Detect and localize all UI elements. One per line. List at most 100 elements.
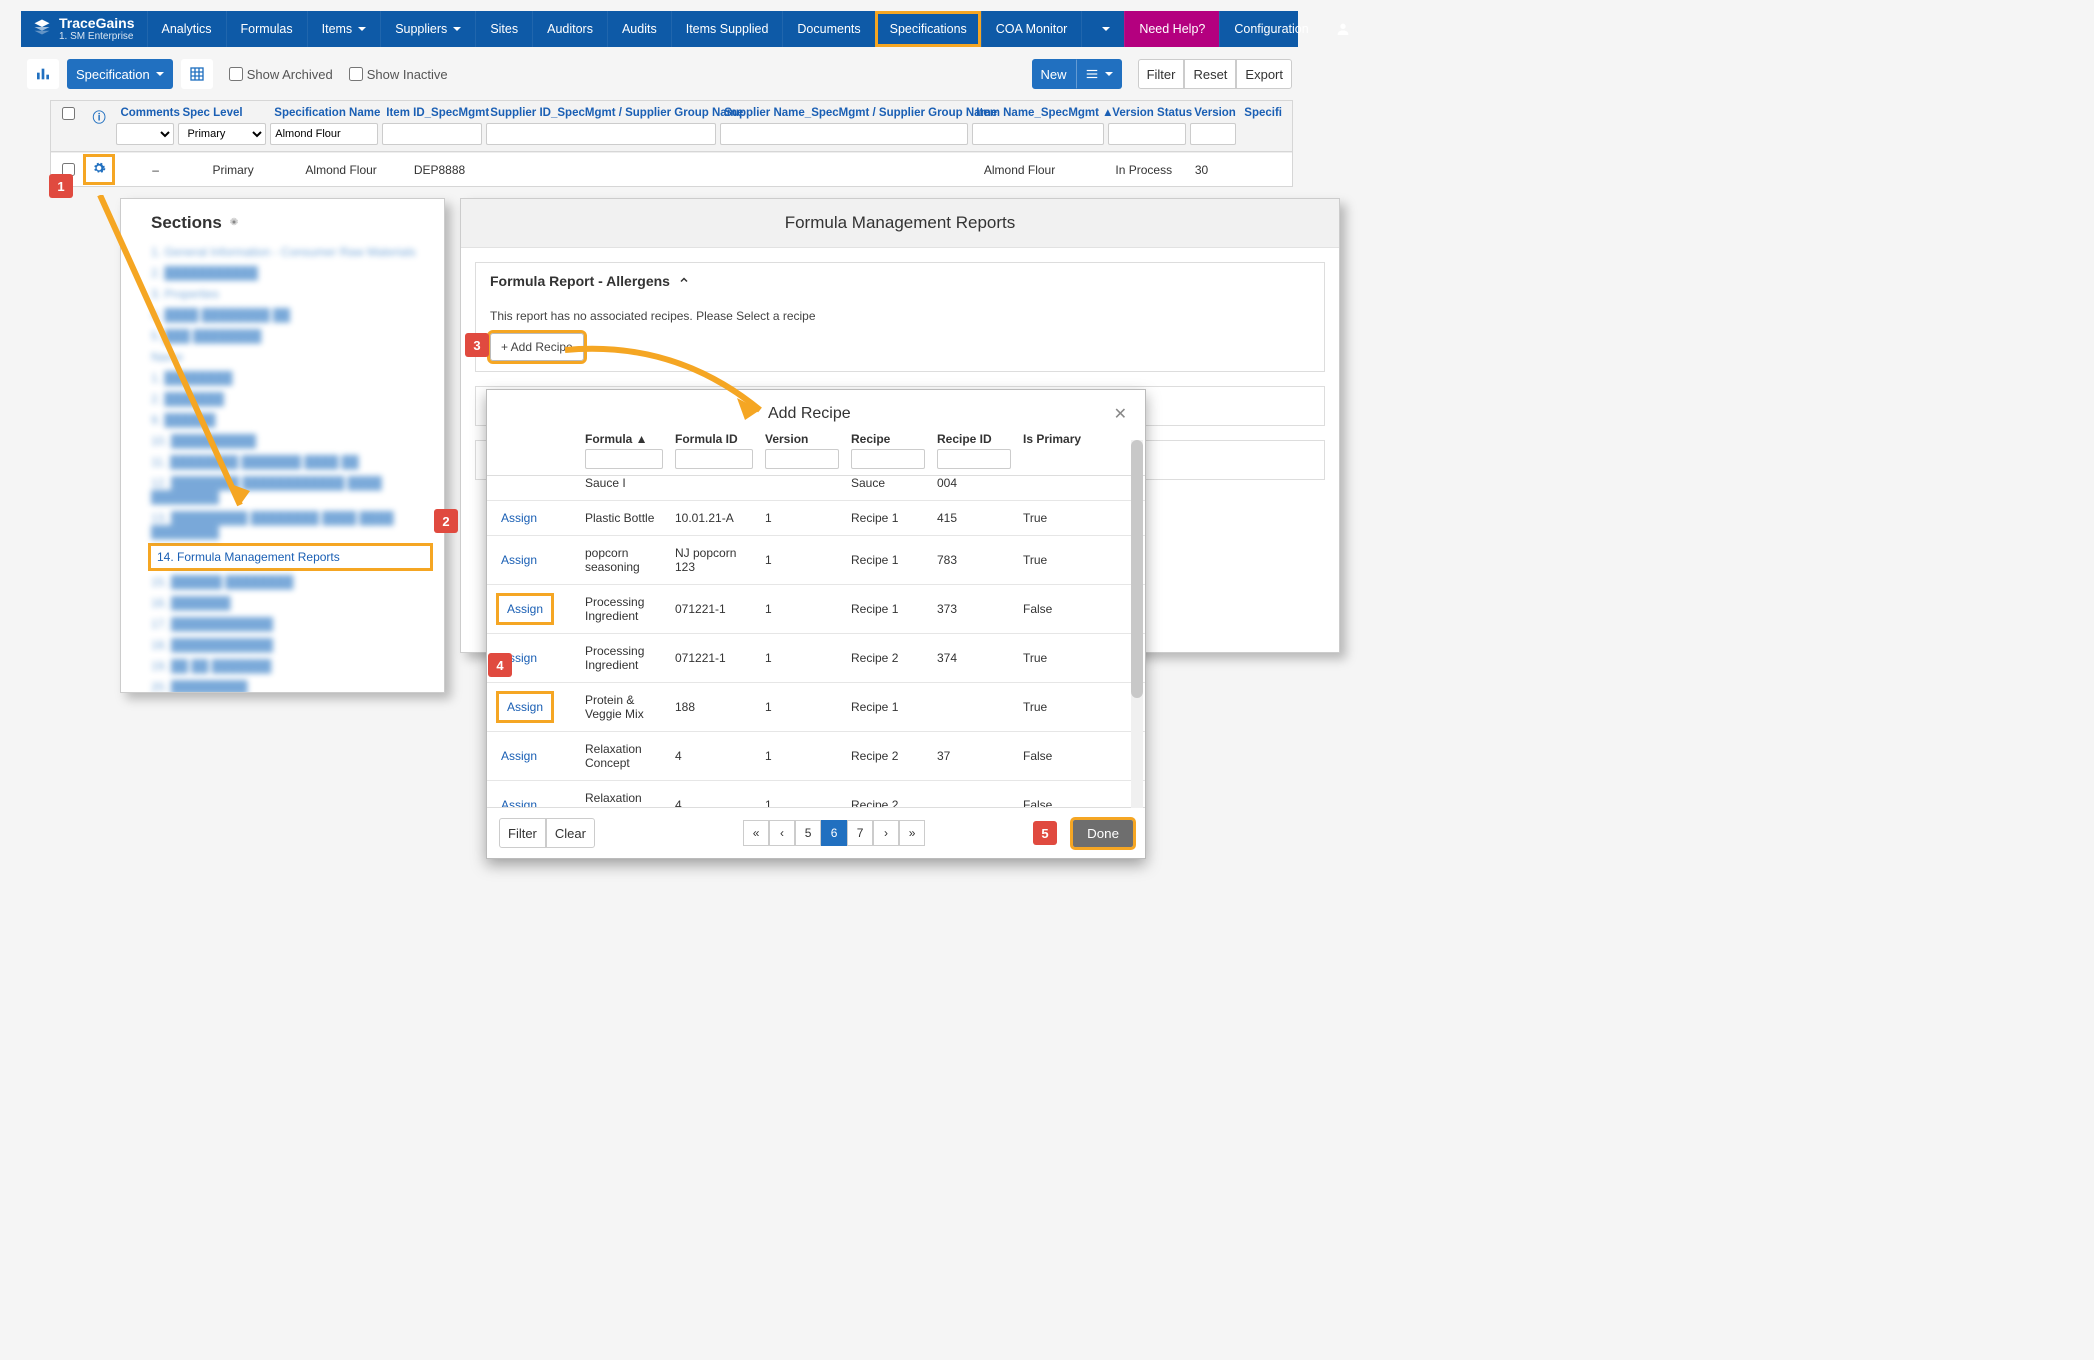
nav-item-need-help-[interactable]: Need Help? — [1124, 11, 1219, 47]
column-label[interactable]: Version Status — [1108, 107, 1186, 119]
column-label[interactable]: Specification Name — [270, 107, 378, 119]
column-label[interactable]: Item ID_SpecMgmt — [382, 107, 482, 119]
column-label[interactable]: Comments — [116, 107, 174, 119]
new-button[interactable]: New — [1032, 59, 1076, 89]
column-filter-input[interactable] — [972, 123, 1104, 145]
modal-column-label[interactable]: Recipe ID — [937, 432, 1011, 446]
section-item-blurred[interactable]: 12. ████████ ████████████ ████ ████████ — [151, 476, 430, 504]
modal-column-label[interactable]: Version — [765, 432, 839, 446]
section-item-blurred[interactable]: 1. ████████ — [151, 371, 430, 385]
grid-row[interactable]: –PrimaryAlmond FlourDEP8888Almond FlourI… — [51, 152, 1292, 186]
user-icon[interactable] — [1323, 11, 1363, 47]
done-button[interactable]: Done — [1073, 820, 1133, 847]
new-options-dropdown[interactable] — [1076, 59, 1122, 89]
assign-link[interactable]: Assign — [501, 553, 537, 567]
column-filter-input[interactable] — [1108, 123, 1186, 145]
page-«[interactable]: « — [743, 820, 769, 846]
show-inactive-checkbox[interactable]: Show Inactive — [349, 67, 448, 82]
section-item-blurred[interactable]: 11. ████████ ███████ ████ ██ — [151, 455, 430, 469]
scrollbar[interactable] — [1131, 440, 1143, 808]
column-label[interactable]: Version — [1190, 107, 1236, 119]
close-icon[interactable]: ✕ — [1114, 404, 1127, 424]
chart-icon-button[interactable] — [27, 59, 59, 89]
page-5[interactable]: 5 — [795, 820, 821, 846]
column-label[interactable]: Item Name_SpecMgmt ▲ — [972, 107, 1104, 119]
info-icon[interactable]: ⓘ — [86, 107, 113, 126]
assign-link[interactable]: Assign — [501, 749, 537, 763]
specification-dropdown[interactable]: Specification — [67, 59, 173, 89]
column-label[interactable]: Supplier ID_SpecMgmt / Supplier Group Na… — [486, 107, 716, 119]
nav-item-items-supplied[interactable]: Items Supplied — [671, 11, 783, 47]
modal-column-filter[interactable] — [675, 449, 753, 469]
column-filter-input[interactable] — [486, 123, 716, 145]
assign-link[interactable]: Assign — [501, 696, 549, 718]
gear-icon[interactable] — [228, 213, 240, 233]
column-filter-input[interactable]: Primary — [178, 123, 266, 145]
add-recipe-button[interactable]: + Add Recipe — [490, 333, 584, 361]
modal-column-label[interactable]: Is Primary — [1023, 432, 1091, 446]
section-item-blurred[interactable]: 20. █████████ — [151, 680, 430, 693]
nav-item-analytics[interactable]: Analytics — [147, 11, 226, 47]
modal-filter-button[interactable]: Filter — [499, 818, 546, 848]
nav-item-sites[interactable]: Sites — [475, 11, 532, 47]
reset-button[interactable]: Reset — [1184, 59, 1236, 89]
section-item-blurred[interactable]: 2. ███████████ — [151, 266, 430, 280]
nav-item-more[interactable] — [1081, 11, 1124, 47]
assign-link[interactable]: Assign — [501, 598, 549, 620]
page-7[interactable]: 7 — [847, 820, 873, 846]
modal-column-filter[interactable] — [585, 449, 663, 469]
section-item-blurred[interactable]: 17. ████████████ — [151, 617, 430, 631]
column-filter-input[interactable] — [270, 123, 378, 145]
section-item-blurred[interactable]: 13. █████████ ████████ ████ ████ ███████… — [151, 511, 430, 539]
nav-item-configuration[interactable]: Configuration — [1219, 11, 1322, 47]
section-item-blurred[interactable]: 18. ████████████ — [151, 638, 430, 652]
modal-column-label[interactable]: Formula ID — [675, 432, 753, 446]
column-label[interactable]: Specifi — [1240, 107, 1288, 119]
section-item-blurred[interactable]: 16. ███████ — [151, 596, 430, 610]
column-label[interactable]: Spec Level — [178, 107, 266, 119]
section-item-formula-reports[interactable]: 14. Formula Management Reports — [151, 546, 430, 568]
modal-column-filter[interactable] — [937, 449, 1011, 469]
filter-button[interactable]: Filter — [1138, 59, 1185, 89]
section-item-blurred[interactable]: 3. Properties — [151, 287, 430, 301]
nav-item-coa-monitor[interactable]: COA Monitor — [981, 11, 1082, 47]
column-label[interactable]: Supplier Name_SpecMgmt / Supplier Group … — [720, 107, 968, 119]
column-filter-input[interactable] — [1190, 123, 1236, 145]
nav-item-specifications[interactable]: Specifications — [875, 11, 981, 47]
section-item-blurred[interactable]: 15. ██████ ████████ — [151, 575, 430, 589]
page-‹[interactable]: ‹ — [769, 820, 795, 846]
modal-column-label[interactable]: Formula ▲ — [585, 432, 663, 446]
nav-item-documents[interactable]: Documents — [782, 11, 874, 47]
nav-item-items[interactable]: Items — [307, 11, 381, 47]
column-filter-input[interactable] — [116, 123, 174, 145]
column-filter-input[interactable] — [720, 123, 968, 145]
page-6[interactable]: 6 — [821, 820, 847, 846]
section-item-blurred[interactable]: 19. ██ ██ ███████ — [151, 659, 430, 673]
section-item-blurred[interactable]: 9. ██████ — [151, 413, 430, 427]
export-button[interactable]: Export — [1236, 59, 1292, 89]
modal-column-filter[interactable] — [765, 449, 839, 469]
section-item-blurred[interactable]: 10. ██████████ — [151, 434, 430, 448]
page-›[interactable]: › — [873, 820, 899, 846]
select-all-checkbox[interactable] — [62, 107, 75, 120]
section-item-blurred[interactable]: Name — [151, 350, 430, 364]
page-»[interactable]: » — [899, 820, 925, 846]
nav-item-audits[interactable]: Audits — [607, 11, 671, 47]
nav-item-suppliers[interactable]: Suppliers — [380, 11, 475, 47]
assign-link[interactable]: Assign — [501, 798, 537, 807]
nav-item-formulas[interactable]: Formulas — [226, 11, 307, 47]
grid-icon-button[interactable] — [181, 59, 213, 89]
section-item-blurred[interactable]: 1. General Information - Consumer Raw Ma… — [151, 245, 430, 259]
modal-clear-button[interactable]: Clear — [546, 818, 595, 848]
gear-icon[interactable] — [88, 159, 110, 180]
assign-link[interactable]: Assign — [501, 511, 537, 525]
column-filter-input[interactable] — [382, 123, 482, 145]
modal-column-filter[interactable] — [851, 449, 925, 469]
nav-item-auditors[interactable]: Auditors — [532, 11, 607, 47]
show-archived-checkbox[interactable]: Show Archived — [229, 67, 333, 82]
report-card-title[interactable]: Formula Report - Allergens — [476, 263, 1324, 299]
section-item-blurred[interactable]: 5. ███ ████████ — [151, 329, 430, 343]
section-item-blurred[interactable]: 2. ███████ — [151, 392, 430, 406]
section-item-blurred[interactable]: 4. ████ ████████ ██ — [151, 308, 430, 322]
modal-column-label[interactable]: Recipe — [851, 432, 925, 446]
